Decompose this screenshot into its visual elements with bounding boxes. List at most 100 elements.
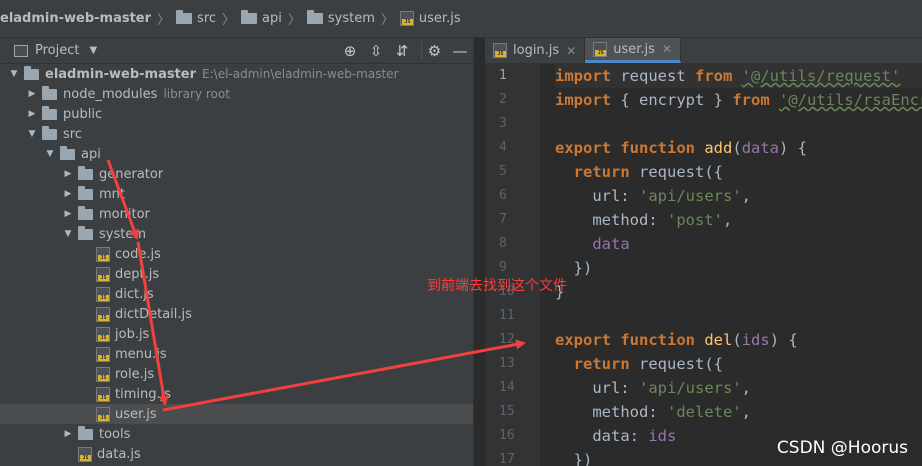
- chevron-right-icon[interactable]: ▶: [62, 169, 74, 179]
- code-token: method:: [555, 403, 667, 421]
- tree-file[interactable]: user.js: [0, 404, 473, 424]
- tree-folder[interactable]: ▶ generator: [0, 164, 473, 184]
- code-line[interactable]: return request({: [555, 160, 922, 184]
- tree-folder[interactable]: ▶ monitor: [0, 204, 473, 224]
- chevron-right-icon[interactable]: ▶: [62, 429, 74, 439]
- js-file-icon: [593, 41, 608, 57]
- code-line[interactable]: import { encrypt } from '@/utils/rsaEncr…: [555, 88, 922, 112]
- chevron-right-icon[interactable]: ▶: [26, 109, 38, 119]
- js-file-icon: [96, 346, 110, 362]
- tree-file[interactable]: timing.js: [0, 384, 473, 404]
- crosshair-icon[interactable]: ⊕: [337, 42, 363, 60]
- chevron-right-icon[interactable]: ▶: [62, 189, 74, 199]
- line-number: 11: [499, 308, 515, 323]
- panel-splitter[interactable]: [473, 38, 485, 466]
- tree-folder[interactable]: ▶ node_modules library root: [0, 84, 473, 104]
- project-panel: Project ▼ ⊕ ⇳ ⇵ ⚙ — ▼ eladmin-web-master E…: [0, 38, 473, 466]
- code-line[interactable]: return request({: [555, 352, 922, 376]
- code-line[interactable]: url: 'api/users',: [555, 376, 922, 400]
- project-panel-title[interactable]: Project: [35, 43, 79, 58]
- tree-file[interactable]: job.js: [0, 324, 473, 344]
- chevron-right-icon[interactable]: ▶: [62, 209, 74, 219]
- tree-item-label: role.js: [115, 366, 155, 382]
- line-number: 13: [499, 356, 515, 371]
- tree-folder[interactable]: ▼ src: [0, 124, 473, 144]
- gear-icon[interactable]: ⚙: [421, 42, 447, 60]
- chevron-right-icon[interactable]: ▶: [26, 89, 38, 99]
- code-token: '@/utils/rsaEncrypt': [779, 91, 922, 109]
- collapse-all-icon[interactable]: ⇵: [389, 42, 415, 60]
- expand-all-icon[interactable]: ⇳: [363, 42, 389, 60]
- editor: login.js✕user.js✕ 1234567891011121314151…: [485, 38, 922, 466]
- line-number: 4: [499, 140, 507, 155]
- code-line[interactable]: export function del(ids) {: [555, 328, 922, 352]
- code-line[interactable]: data: [555, 232, 922, 256]
- tree-file[interactable]: dictDetail.js: [0, 304, 473, 324]
- chevron-down-icon[interactable]: ▼: [44, 149, 56, 159]
- code-lines[interactable]: import request from '@/utils/request' imp…: [555, 64, 922, 466]
- breadcrumb-item[interactable]: src: [176, 10, 216, 26]
- tree-folder[interactable]: ▼ eladmin-web-master E:\el-admin\eladmin-w…: [0, 64, 473, 84]
- folder-icon: [60, 145, 75, 160]
- close-icon[interactable]: ✕: [566, 44, 576, 58]
- tree-file[interactable]: dept.js: [0, 264, 473, 284]
- breadcrumb-separator-icon: 〉: [287, 13, 301, 28]
- js-file-icon: [96, 246, 110, 262]
- breadcrumb-label: eladmin-web-master: [0, 11, 152, 26]
- code-line[interactable]: [555, 304, 922, 328]
- tree-item-label: mnt: [99, 186, 125, 202]
- breadcrumb-item[interactable]: system: [306, 10, 375, 26]
- editor-tabs: login.js ✕ user.js ✕: [485, 38, 922, 64]
- tree-file[interactable]: dict.js: [0, 284, 473, 304]
- close-icon[interactable]: ✕: [662, 42, 672, 56]
- js-file-icon: [96, 326, 110, 342]
- code-line[interactable]: method: 'delete',: [555, 400, 922, 424]
- code-line[interactable]: }: [555, 280, 922, 304]
- tree-folder[interactable]: ▶ mnt: [0, 184, 473, 204]
- tab-label: user.js: [613, 41, 655, 57]
- folder-icon: [78, 225, 93, 240]
- breadcrumb-item[interactable]: eladmin-web-master: [0, 11, 151, 26]
- code-token: return: [573, 163, 630, 181]
- code-line[interactable]: }): [555, 256, 922, 280]
- tree-item-label: public: [63, 106, 103, 122]
- editor-tab[interactable]: login.js ✕: [485, 38, 586, 63]
- chevron-down-icon[interactable]: ▼: [89, 45, 97, 56]
- project-tree: ▼ eladmin-web-master E:\el-admin\eladmin-w…: [0, 64, 473, 464]
- tree-folder[interactable]: ▶ public: [0, 104, 473, 124]
- tree-folder[interactable]: ▶ tools: [0, 424, 473, 444]
- chevron-down-icon[interactable]: ▼: [62, 229, 74, 239]
- code-line[interactable]: export function add(data) {: [555, 136, 922, 160]
- code-line[interactable]: url: 'api/users',: [555, 184, 922, 208]
- code-token: ,: [722, 211, 733, 229]
- tree-folder[interactable]: ▼ system: [0, 224, 473, 244]
- code-line[interactable]: [555, 112, 922, 136]
- tree-item-label: src: [63, 126, 82, 142]
- line-number: 3: [499, 116, 507, 131]
- editor-tab[interactable]: user.js ✕: [585, 38, 681, 63]
- chevron-down-icon[interactable]: ▼: [26, 129, 38, 139]
- chevron-down-icon[interactable]: ▼: [8, 69, 20, 79]
- code-line[interactable]: method: 'post',: [555, 208, 922, 232]
- code-line[interactable]: import request from '@/utils/request': [555, 64, 922, 88]
- breadcrumb-item[interactable]: user.js: [399, 11, 461, 26]
- folder-icon: [42, 105, 57, 120]
- tree-file[interactable]: code.js: [0, 244, 473, 264]
- tree-file[interactable]: role.js: [0, 364, 473, 384]
- line-number: 2: [499, 92, 507, 107]
- tree-item-label: dictDetail.js: [115, 306, 192, 322]
- code-token: request({: [629, 163, 723, 181]
- code-token: export: [555, 139, 611, 157]
- breadcrumb-item[interactable]: api: [241, 10, 282, 26]
- tree-file[interactable]: data.js: [0, 444, 473, 464]
- tree-folder[interactable]: ▼ api: [0, 144, 473, 164]
- code-token: add: [704, 139, 733, 157]
- minimize-icon[interactable]: —: [447, 42, 473, 60]
- code-token: data: [741, 139, 780, 157]
- line-gutter: 1 2 3 4 5 6 7 8 9 10 11 12 13 14 15 16 17: [485, 64, 540, 466]
- code-token: url:: [555, 187, 639, 205]
- tree-file[interactable]: menu.js: [0, 344, 473, 364]
- code-token: data: [592, 235, 630, 253]
